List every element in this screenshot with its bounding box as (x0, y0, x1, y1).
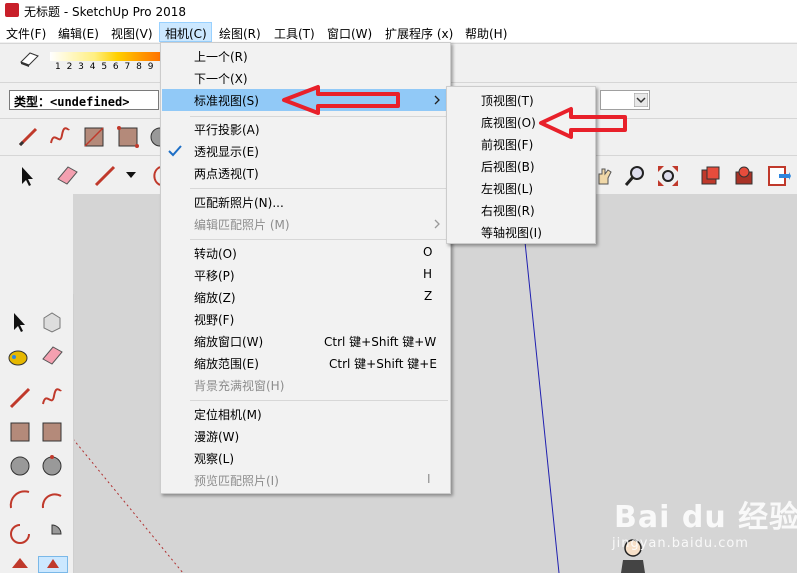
submenu-item-top[interactable]: 顶视图(T) (481, 92, 534, 109)
line-icon[interactable] (8, 386, 32, 410)
submenu-arrow-icon (434, 95, 440, 105)
rectangle-icon[interactable] (82, 125, 106, 149)
menu-item-standard-views[interactable]: 标准视图(S) (194, 92, 259, 109)
select-icon[interactable] (8, 310, 32, 334)
arc-icon[interactable] (8, 488, 32, 512)
pan-hand-icon[interactable] (593, 164, 617, 188)
menu-window[interactable]: 窗口(W) (327, 25, 372, 42)
move-tool-active[interactable] (38, 556, 68, 573)
annotation-arrow-bottom-view (539, 107, 627, 139)
submenu-item-back[interactable]: 后视图(B) (481, 158, 535, 175)
menu-draw[interactable]: 绘图(R) (219, 25, 261, 42)
rotated-rectangle-icon[interactable] (40, 420, 64, 444)
submenu-item-iso[interactable]: 等轴视图(I) (481, 224, 542, 241)
menu-separator (190, 188, 448, 189)
shortcut-zoom-extents: Ctrl 键+Shift 键+E (329, 357, 437, 371)
zoom-extents-icon[interactable] (656, 164, 680, 188)
title-bar: 无标题 - SketchUp Pro 2018 (0, 0, 797, 22)
menu-item-parallel-projection[interactable]: 平行投影(A) (194, 121, 260, 138)
eraser-tool-icon[interactable] (54, 163, 80, 189)
menu-tools[interactable]: 工具(T) (274, 25, 315, 42)
shortcut-zoom-window: Ctrl 键+Shift 键+W (324, 335, 437, 349)
pencil-tool-icon[interactable] (92, 163, 118, 189)
shortcut-zoom: Z (424, 289, 433, 303)
menu-item-edit-matched-photo: 编辑匹配照片 (M) (194, 218, 290, 232)
menu-item-zoom[interactable]: 缩放(Z) (194, 289, 236, 306)
checkmark-icon (168, 145, 182, 157)
submenu-item-right[interactable]: 右视图(R) (481, 202, 535, 219)
menu-edit[interactable]: 编辑(E) (58, 25, 99, 42)
shortcut-orbit: O (423, 245, 433, 259)
baidu-watermark-logo: Bai du 经验 (614, 500, 797, 535)
menu-separator (190, 116, 448, 117)
menu-separator (190, 239, 448, 240)
menu-item-zoom-window[interactable]: 缩放窗口(W) (194, 333, 263, 350)
menu-item-previous[interactable]: 上一个(R) (194, 48, 248, 65)
menu-camera[interactable]: 相机(C) (165, 25, 207, 42)
pie-icon[interactable] (40, 522, 64, 546)
submenu-item-front[interactable]: 前视图(F) (481, 136, 533, 153)
menu-extensions[interactable]: 扩展程序 (x) (385, 25, 453, 42)
menu-item-match-new-photo[interactable]: 匹配新照片(N)... (194, 194, 284, 211)
menu-help[interactable]: 帮助(H) (465, 25, 507, 42)
pencil-icon[interactable] (16, 125, 40, 149)
menu-separator (190, 400, 448, 401)
menu-item-two-point-perspective[interactable]: 两点透视(T) (194, 165, 259, 182)
push-pull-icon[interactable] (8, 556, 32, 573)
component-icon[interactable] (40, 310, 64, 334)
menu-item-orbit[interactable]: 转动(O) (194, 245, 237, 262)
menu-item-walk[interactable]: 漫游(W) (194, 428, 239, 445)
menu-item-fill-background: 背景充满视窗(H) (194, 379, 285, 393)
menu-item-next[interactable]: 下一个(X) (194, 70, 248, 87)
left-toolbar-top (0, 194, 73, 294)
shortcut-pan: H (423, 267, 433, 281)
move-icon (47, 559, 59, 568)
menu-item-pan[interactable]: 平移(P) (194, 267, 235, 284)
window-title: 无标题 - SketchUp Pro 2018 (24, 5, 186, 19)
left-tool-palette (0, 294, 74, 573)
menu-item-field-of-view[interactable]: 视野(F) (194, 311, 234, 328)
shadow-gradient-slider[interactable] (50, 52, 162, 61)
dropdown-triangle-icon[interactable] (124, 168, 138, 182)
menu-item-look-around[interactable]: 观察(L) (194, 450, 234, 467)
menu-item-perspective[interactable]: 透视显示(E) (194, 143, 259, 160)
rotated-rectangle-icon[interactable] (116, 125, 140, 149)
three-point-arc-icon[interactable] (8, 522, 32, 546)
entity-type-field[interactable]: 类型：<undefined> (9, 90, 159, 110)
submenu-item-left[interactable]: 左视图(L) (481, 180, 533, 197)
baidu-watermark-url: jingyan.baidu.com (612, 536, 749, 551)
polygon-icon[interactable] (40, 454, 64, 478)
menu-view[interactable]: 视图(V) (111, 25, 153, 42)
extension-warehouse-icon[interactable] (733, 164, 757, 188)
menu-item-position-camera[interactable]: 定位相机(M) (194, 406, 262, 423)
menu-item-zoom-extents[interactable]: 缩放范围(E) (194, 355, 259, 372)
freehand-icon[interactable] (48, 125, 72, 149)
annotation-arrow-standard-views (282, 85, 400, 115)
eraser-icon[interactable] (40, 344, 64, 368)
send-to-layout-icon[interactable] (767, 164, 791, 188)
shadow-scale-labels: 1 2 3 4 5 6 7 8 9 (55, 62, 155, 72)
menu-item-preview-matched-photo: 预览匹配照片(I) (194, 474, 279, 488)
rectangle-icon[interactable] (8, 420, 32, 444)
paint-bucket-icon[interactable] (6, 344, 30, 368)
eraser-icon[interactable] (18, 50, 40, 68)
two-point-arc-icon[interactable] (40, 488, 64, 512)
chevron-down-icon (634, 93, 648, 107)
freehand-icon[interactable] (40, 386, 64, 410)
circle-icon[interactable] (8, 454, 32, 478)
shortcut-preview-matched-photo: I (427, 472, 431, 486)
menu-file[interactable]: 文件(F) (6, 25, 46, 42)
sketchup-logo-icon (5, 3, 19, 17)
zoom-icon[interactable] (623, 164, 647, 188)
select-arrow-icon[interactable] (16, 164, 40, 188)
warehouse-icon[interactable] (699, 164, 723, 188)
submenu-item-bottom[interactable]: 底视图(O) (481, 114, 536, 131)
submenu-arrow-icon (434, 219, 440, 229)
